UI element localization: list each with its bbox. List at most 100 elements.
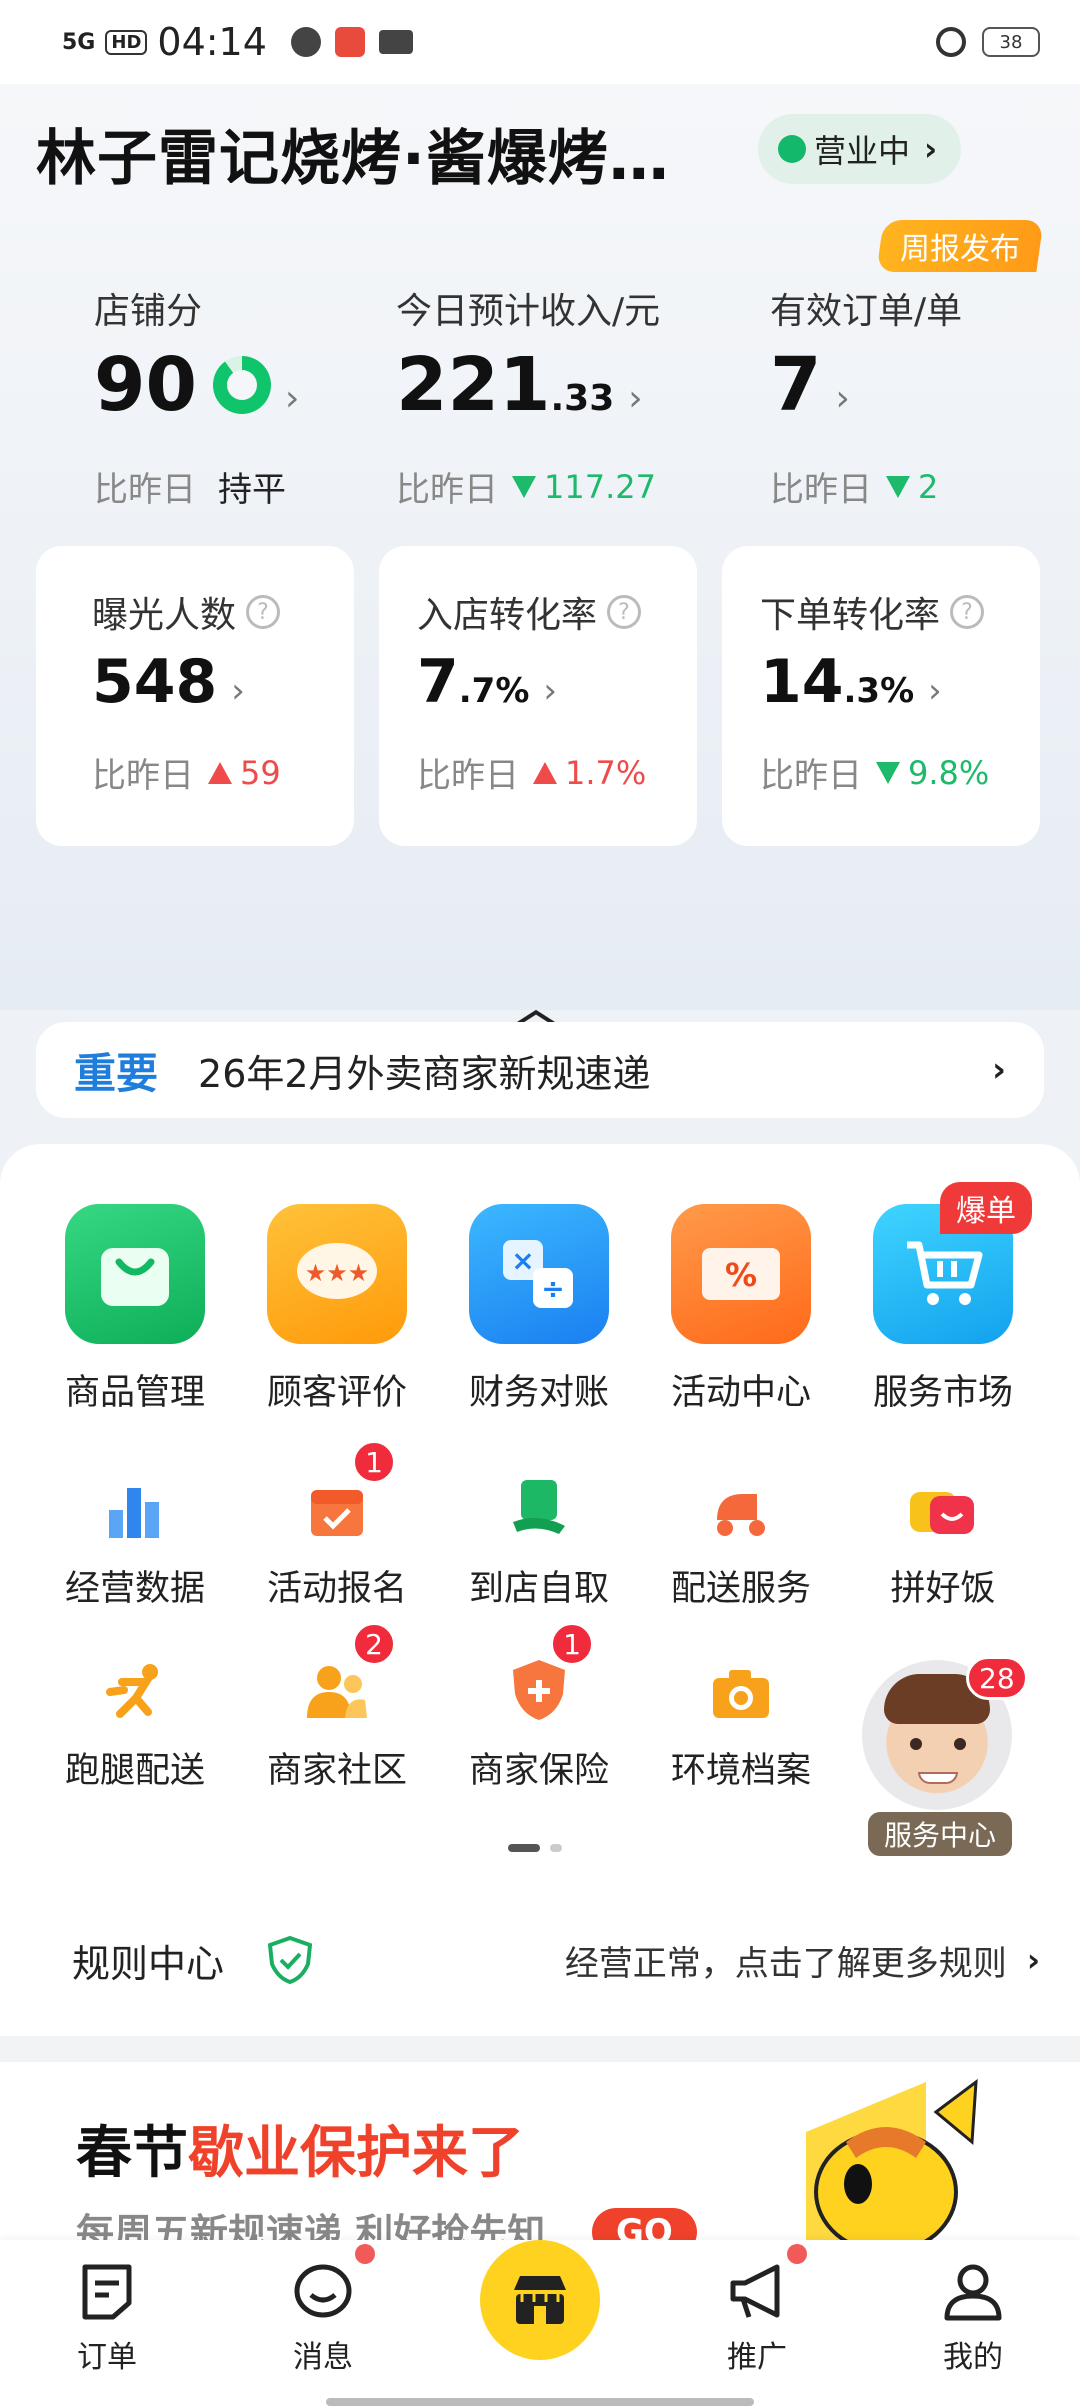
card-visit-conversion[interactable]: 入店转化率? 7 .7% › 比昨日 1.7% xyxy=(379,546,697,846)
tool-merchant-insurance[interactable]: 1 商家保险 xyxy=(454,1622,624,1793)
metric-income[interactable]: 今日预计收入/元 221 .33 › 比昨日 117.27 xyxy=(396,282,660,511)
bar-chart-icon xyxy=(100,1470,170,1540)
metric-orders[interactable]: 有效订单/单 7 › 比昨日 2 xyxy=(770,282,962,511)
score-ring-icon xyxy=(212,356,271,414)
weekly-report-badge[interactable]: 周报发布 xyxy=(876,220,1044,272)
tool-activity-signup[interactable]: 1 活动报名 xyxy=(252,1440,422,1611)
coupon-icon: % xyxy=(671,1204,811,1344)
compare-label: 比昨日 xyxy=(92,756,194,796)
trend-down-icon xyxy=(512,475,536,498)
home-indicator[interactable] xyxy=(326,2398,754,2406)
compare-value: 持平 xyxy=(218,470,286,510)
service-center-assistant[interactable]: 服务中心 28 xyxy=(862,1656,1028,1860)
network-label: 5G xyxy=(62,29,96,55)
metric-label: 今日预计收入/元 xyxy=(396,291,661,332)
compare-label: 比昨日 xyxy=(396,470,498,510)
compare-value: 117.27 xyxy=(544,467,656,506)
notification-badge: 2 xyxy=(352,1622,396,1666)
card-exposure[interactable]: 曝光人数? 548 › 比昨日 59 xyxy=(36,546,354,846)
assistant-label: 服务中心 xyxy=(868,1812,1012,1856)
tool-activity-center[interactable]: % 活动中心 xyxy=(656,1204,826,1415)
nav-label: 推广 xyxy=(727,2340,787,2375)
tool-finance[interactable]: × ÷ 财务对账 xyxy=(454,1204,624,1415)
tool-label: 顾客评价 xyxy=(266,1373,407,1413)
community-icon: 2 xyxy=(302,1622,396,1722)
help-icon[interactable]: ? xyxy=(246,595,281,629)
tool-product-management[interactable]: 商品管理 xyxy=(50,1204,220,1415)
video-icon xyxy=(378,30,413,54)
page-indicator xyxy=(508,1844,562,1852)
rules-center-row[interactable]: 规则中心 经营正常，点击了解更多规则 › xyxy=(0,1910,1080,2010)
card-order-conversion[interactable]: 下单转化率? 14 .3% › 比昨日 9.8% xyxy=(722,546,1040,846)
metric-value: 7 xyxy=(770,342,822,428)
calendar-check-icon: 1 xyxy=(302,1440,396,1540)
card-value: 548 xyxy=(92,647,218,717)
nav-promotion[interactable]: 推广 xyxy=(692,2244,822,2376)
chevron-right-icon: › xyxy=(543,671,557,711)
tool-business-data[interactable]: 经营数据 xyxy=(50,1470,220,1611)
camera-icon xyxy=(706,1652,776,1722)
metric-store-score[interactable]: 店铺分 90 › 比昨日 持平 xyxy=(94,282,299,511)
tool-label: 配送服务 xyxy=(670,1569,811,1609)
tool-errand-delivery[interactable]: 跑腿配送 xyxy=(50,1652,220,1793)
metric-decimal: .33 xyxy=(550,378,615,419)
music-icon xyxy=(290,27,321,57)
chevron-right-icon: › xyxy=(628,378,643,419)
svg-text:×: × xyxy=(511,1244,534,1277)
tool-service-market[interactable]: 服务市场 xyxy=(858,1204,1028,1415)
tool-label: 到店自取 xyxy=(468,1569,609,1609)
scooter-icon xyxy=(706,1470,776,1540)
tool-self-pickup[interactable]: 到店自取 xyxy=(454,1470,624,1611)
nav-profile[interactable]: 我的 xyxy=(908,2260,1038,2376)
tool-delivery-service[interactable]: 配送服务 xyxy=(656,1470,826,1611)
notice-tag: 重要 xyxy=(74,1048,159,1098)
chevron-right-icon: › xyxy=(835,378,850,419)
tool-label: 财务对账 xyxy=(468,1373,609,1413)
store-name[interactable]: 林子雷记烧烤·酱爆烤… xyxy=(36,110,746,197)
tool-group-meal[interactable]: 拼好饭 xyxy=(858,1470,1028,1611)
tool-label: 商家社区 xyxy=(266,1751,407,1791)
tool-environment-archive[interactable]: 环境档案 xyxy=(656,1652,826,1793)
hd-icon: HD xyxy=(105,29,148,55)
order-icon xyxy=(75,2260,139,2324)
nav-store-home[interactable] xyxy=(480,2240,600,2360)
tool-customer-reviews[interactable]: ★★★ 顾客评价 xyxy=(252,1204,422,1415)
chevron-right-icon: › xyxy=(284,378,300,419)
trend-down-icon xyxy=(876,761,900,784)
help-icon[interactable]: ? xyxy=(607,595,642,629)
store-icon xyxy=(514,2276,566,2324)
chevron-right-icon: › xyxy=(928,671,942,711)
svg-text:÷: ÷ xyxy=(541,1272,564,1305)
trend-up-icon xyxy=(208,761,232,784)
business-status-button[interactable]: 营业中 › xyxy=(758,114,962,184)
tool-label: 活动中心 xyxy=(670,1373,811,1413)
compare-label: 比昨日 xyxy=(760,756,862,796)
chevron-right-icon: › xyxy=(991,1050,1006,1090)
nav-messages[interactable]: 消息 xyxy=(258,2244,388,2376)
metric-label: 店铺分 xyxy=(94,291,203,332)
compare-value: 1.7% xyxy=(565,753,647,792)
trend-up-icon xyxy=(533,761,557,784)
tool-label: 商品管理 xyxy=(64,1373,205,1413)
notice-text: 26年2月外卖商家新规速递 xyxy=(198,1051,651,1096)
tool-label: 经营数据 xyxy=(64,1569,205,1609)
profile-icon xyxy=(941,2260,1005,2324)
tool-label: 服务市场 xyxy=(872,1373,1013,1413)
help-icon[interactable]: ? xyxy=(950,595,985,629)
nav-label: 我的 xyxy=(943,2340,1003,2375)
card-label: 曝光人数 xyxy=(92,595,237,636)
tool-label: 拼好饭 xyxy=(890,1569,996,1609)
important-notice[interactable]: 重要 26年2月外卖商家新规速递 › xyxy=(36,1022,1044,1118)
notification-badge: 1 xyxy=(352,1440,396,1484)
chevron-right-icon: › xyxy=(231,671,245,711)
chevron-right-icon: › xyxy=(1026,1941,1040,1979)
chevron-right-icon: › xyxy=(924,130,938,168)
tool-merchant-community[interactable]: 2 商家社区 xyxy=(252,1622,422,1793)
promo-banner[interactable]: 春节歇业保护来了 每周五新规速递 利好抢先知 GO xyxy=(36,2062,1044,2262)
battery-icon: 38 xyxy=(982,27,1040,57)
banner-title: 春节歇业保护来了 xyxy=(76,2121,524,2186)
nav-orders[interactable]: 订单 xyxy=(42,2260,172,2376)
rules-title: 规则中心 xyxy=(72,1941,225,1986)
svg-text:★★★: ★★★ xyxy=(305,1259,370,1287)
kangaroo-mascot-icon xyxy=(806,2078,978,2262)
